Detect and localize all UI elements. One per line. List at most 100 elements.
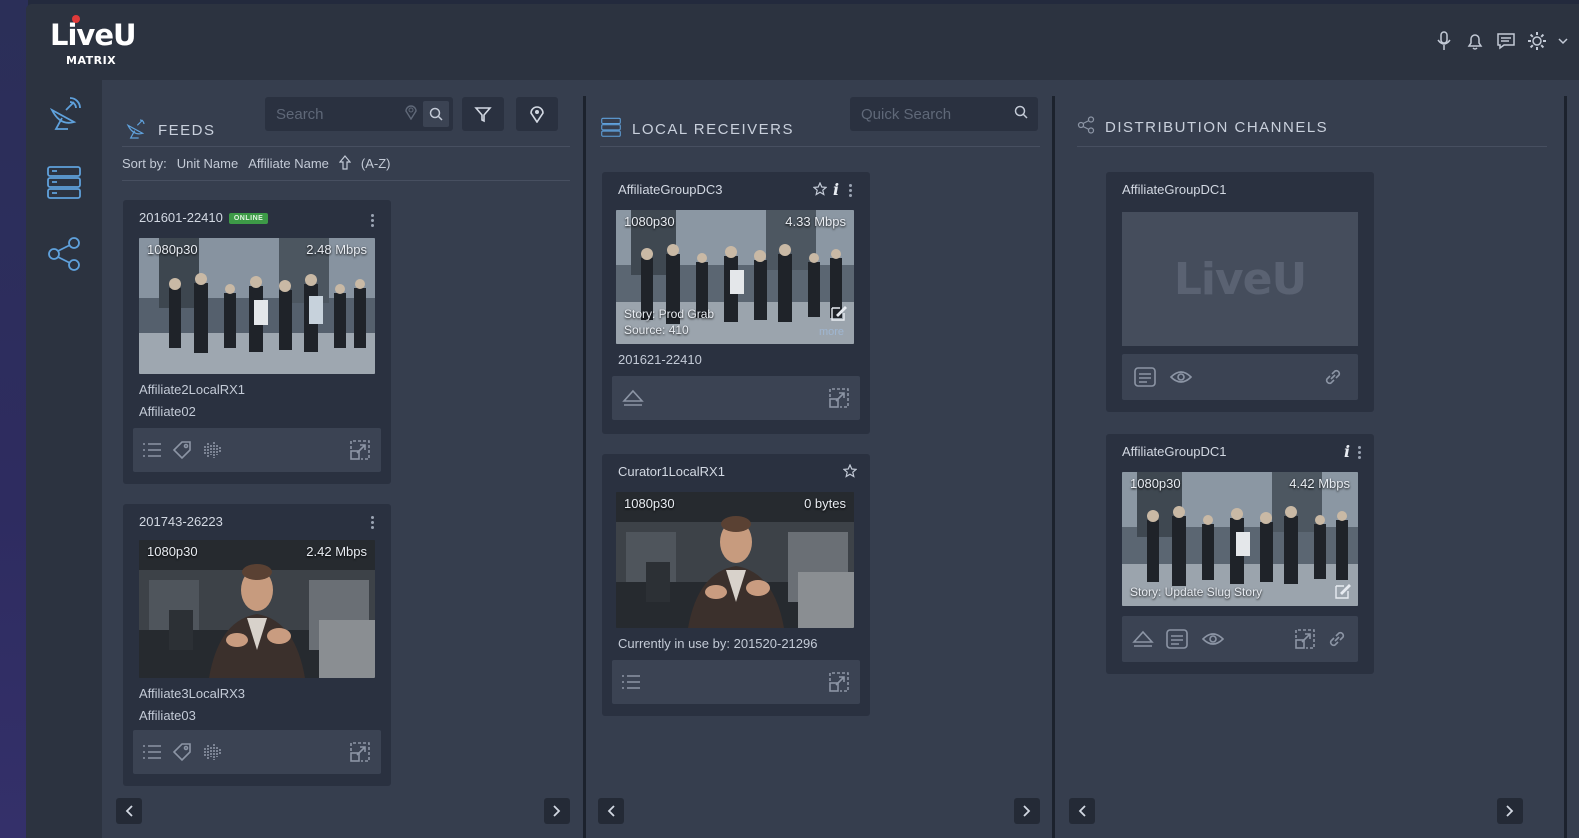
more-menu-icon[interactable] — [849, 184, 853, 197]
eye-icon[interactable] — [1200, 626, 1226, 652]
video-thumbnail[interactable]: 1080p30 0 bytes — [616, 492, 854, 628]
channel-name: AffiliateGroupDC1 — [1122, 182, 1227, 197]
distribution-divider — [1077, 146, 1547, 147]
more-link[interactable]: more — [819, 326, 844, 338]
background-edge — [0, 0, 28, 838]
info-icon[interactable]: i — [1344, 442, 1350, 461]
presenter-newsroom-image — [139, 540, 375, 678]
logo-main: LiveU — [50, 18, 137, 52]
settings-icon[interactable] — [1526, 30, 1548, 52]
chat-icon[interactable] — [1495, 30, 1517, 52]
audio-levels-icon[interactable] — [199, 739, 225, 765]
connected-feed-id: 201621-22410 — [618, 352, 702, 367]
eject-icon[interactable] — [1130, 626, 1156, 652]
search-icon[interactable] — [1014, 105, 1028, 124]
receivers-next-button[interactable] — [1014, 798, 1040, 824]
feeds-next-button[interactable] — [544, 798, 570, 824]
video-thumbnail[interactable]: 1080p30 2.48 Mbps — [139, 238, 375, 374]
info-icon[interactable]: i — [833, 180, 839, 199]
distribution-prev-button[interactable] — [1069, 798, 1095, 824]
expand-icon[interactable] — [347, 739, 373, 765]
feed-id: 201743-26223 — [139, 514, 223, 529]
receivers-search-input[interactable]: Quick Search — [850, 97, 1038, 131]
feeds-title: FEEDS — [158, 122, 216, 139]
liveu-logo[interactable]: LiveU MATRIX — [50, 15, 140, 70]
receiver-name: AffiliateGroupDC3 — [618, 182, 723, 197]
sort-arrow-up-icon[interactable] — [338, 154, 352, 173]
expand-icon[interactable] — [826, 669, 852, 695]
top-header: LiveU MATRIX — [26, 4, 1579, 80]
thumb-overlay: 1080p30 4.33 Mbps — [624, 214, 846, 229]
sort-option-unit-name[interactable]: Unit Name — [177, 156, 238, 171]
feed-id-text: 201743-26223 — [139, 514, 223, 529]
video-thumbnail[interactable]: 1080p30 4.42 Mbps Story: Update Slug Sto… — [1122, 472, 1358, 606]
tag-icon[interactable] — [169, 437, 195, 463]
receivers-prev-button[interactable] — [598, 798, 624, 824]
notes-icon[interactable] — [1164, 626, 1190, 652]
sort-option-affiliate-name[interactable]: Affiliate Name — [248, 156, 329, 171]
edit-icon[interactable] — [1334, 582, 1352, 605]
feed-card[interactable]: 201601-22410 ONLINE 1080p30 2.48 Mbps Af… — [123, 200, 391, 484]
feed-card[interactable]: 201743-26223 1080p30 2.42 Mbps Affiliate… — [123, 504, 391, 786]
expand-icon[interactable] — [347, 437, 373, 463]
bitrate-label: 0 bytes — [804, 496, 846, 511]
link-icon[interactable] — [1324, 626, 1350, 652]
affiliate-name: Affiliate02 — [139, 404, 196, 419]
resolution-label: 1080p30 — [147, 544, 198, 559]
more-menu-icon[interactable] — [371, 214, 375, 227]
feed-actions — [133, 428, 381, 472]
more-menu-icon[interactable] — [371, 516, 375, 529]
bell-icon[interactable] — [1464, 30, 1486, 52]
column-separator — [1564, 96, 1567, 838]
crowd-street-image — [139, 238, 375, 374]
list-icon[interactable] — [139, 437, 165, 463]
link-icon[interactable] — [1320, 364, 1346, 390]
feed-actions — [133, 730, 381, 774]
feeds-prev-button[interactable] — [116, 798, 142, 824]
list-icon[interactable] — [618, 669, 644, 695]
expand-icon[interactable] — [826, 385, 852, 411]
story-text: Story: Update Slug Story — [1130, 585, 1263, 599]
list-icon[interactable] — [139, 739, 165, 765]
source-text: Source: 410 — [624, 323, 689, 337]
channel-card[interactable]: AffiliateGroupDC1 i 1080p30 4.42 Mbps St… — [1106, 434, 1374, 674]
distribution-next-button[interactable] — [1497, 798, 1523, 824]
satellite-icon — [124, 116, 148, 145]
sort-order: (A-Z) — [360, 156, 391, 171]
edit-icon[interactable] — [830, 304, 848, 327]
video-thumbnail[interactable]: 1080p30 4.33 Mbps Story: Prod Grab Sourc… — [616, 210, 854, 344]
server-stack-icon[interactable] — [44, 162, 84, 202]
receiver-name: Affiliate3LocalRX3 — [139, 686, 245, 701]
status-badge: ONLINE — [228, 213, 269, 224]
liveu-watermark-logo: LiveU — [1173, 253, 1307, 305]
satellite-icon[interactable] — [44, 94, 84, 134]
thumb-overlay: 1080p30 2.42 Mbps — [147, 544, 367, 559]
map-pin-button[interactable] — [516, 97, 558, 131]
eye-icon[interactable] — [1168, 364, 1194, 390]
bitrate-label: 4.42 Mbps — [1289, 476, 1350, 491]
bitrate-label: 2.42 Mbps — [306, 544, 367, 559]
notes-icon[interactable] — [1132, 364, 1158, 390]
channel-name: AffiliateGroupDC1 — [1122, 444, 1227, 459]
eject-icon[interactable] — [620, 385, 646, 411]
feed-id: 201601-22410 ONLINE — [139, 210, 269, 225]
receiver-card[interactable]: AffiliateGroupDC3 i 1080p30 4.33 Mbps St… — [602, 172, 870, 434]
tag-icon[interactable] — [169, 739, 195, 765]
audio-levels-icon[interactable] — [199, 437, 225, 463]
filter-button[interactable] — [462, 97, 504, 131]
receiver-card[interactable]: Curator1LocalRX1 1080p30 0 bytes Current… — [602, 454, 870, 716]
expand-icon[interactable] — [1292, 626, 1318, 652]
receivers-header: LOCAL RECEIVERS — [600, 116, 794, 143]
star-icon[interactable] — [812, 181, 828, 201]
channel-card[interactable]: AffiliateGroupDC1 LiveU — [1106, 172, 1374, 412]
share-network-icon[interactable] — [44, 234, 84, 274]
sort-divider — [122, 180, 570, 181]
feeds-search-input[interactable]: Search — [265, 97, 453, 131]
more-menu-icon[interactable] — [1358, 446, 1362, 459]
star-icon[interactable] — [842, 463, 858, 483]
chevron-down-icon[interactable] — [1557, 30, 1569, 52]
search-icon[interactable] — [423, 101, 449, 127]
microphone-icon[interactable] — [1433, 30, 1455, 52]
sort-label: Sort by: — [122, 156, 167, 171]
video-thumbnail[interactable]: 1080p30 2.42 Mbps — [139, 540, 375, 678]
